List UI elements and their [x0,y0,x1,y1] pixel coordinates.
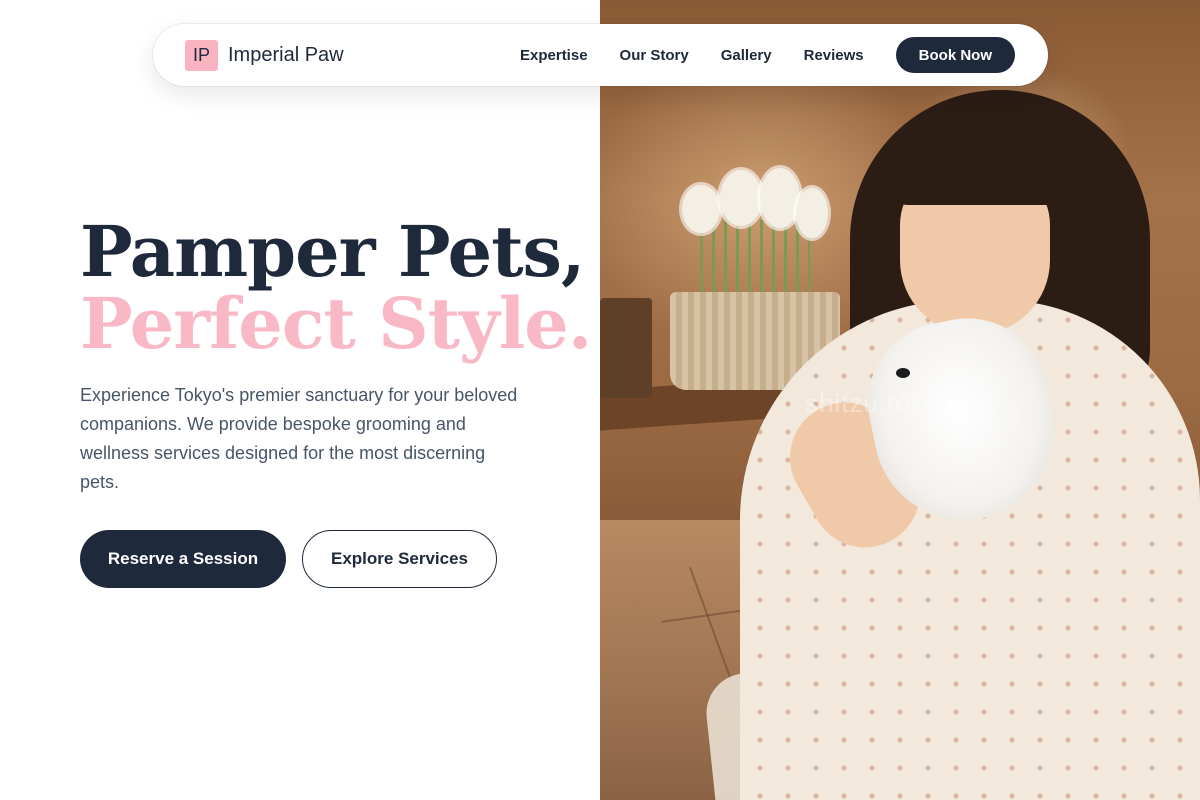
brand-logo[interactable]: IP Imperial Paw [185,39,344,71]
logo-mark-icon: IP [185,39,218,71]
hero-title-line1: Pamper Pets, [80,210,585,293]
nav-link-gallery[interactable]: Gallery [721,47,772,64]
nav-link-reviews[interactable]: Reviews [804,47,864,64]
hero-title: Pamper Pets, Perfect Style. [80,210,592,365]
photo-flower [682,185,720,233]
brand-name: Imperial Paw [228,43,344,66]
photo-watermark: shitzu.tokyo [805,388,955,418]
hero-description: Experience Tokyo's premier sanctuary for… [80,385,518,492]
explore-services-button[interactable]: Explore Services [302,530,497,588]
main-navbar: IP Imperial Paw Expertise Our Story Gall… [153,24,1048,86]
nav-link-expertise[interactable]: Expertise [520,47,588,64]
hero-title-line2: Perfect Style. [80,282,592,365]
nav-link-our-story[interactable]: Our Story [620,47,689,64]
photo-flower-stems [700,220,810,300]
reserve-session-button[interactable]: Reserve a Session [80,530,286,588]
photo-bunny-eye [896,368,910,378]
nav-links: Expertise Our Story Gallery Reviews Book… [520,37,1015,73]
hero-photo: shitzu.tokyo [600,0,1200,800]
photo-plant-pot [600,298,652,398]
book-now-button[interactable]: Book Now [895,37,1015,73]
photo-flower [720,170,762,226]
photo-flower [796,188,828,238]
photo-flower [760,168,800,228]
photo-woman-bangs [885,110,1075,205]
